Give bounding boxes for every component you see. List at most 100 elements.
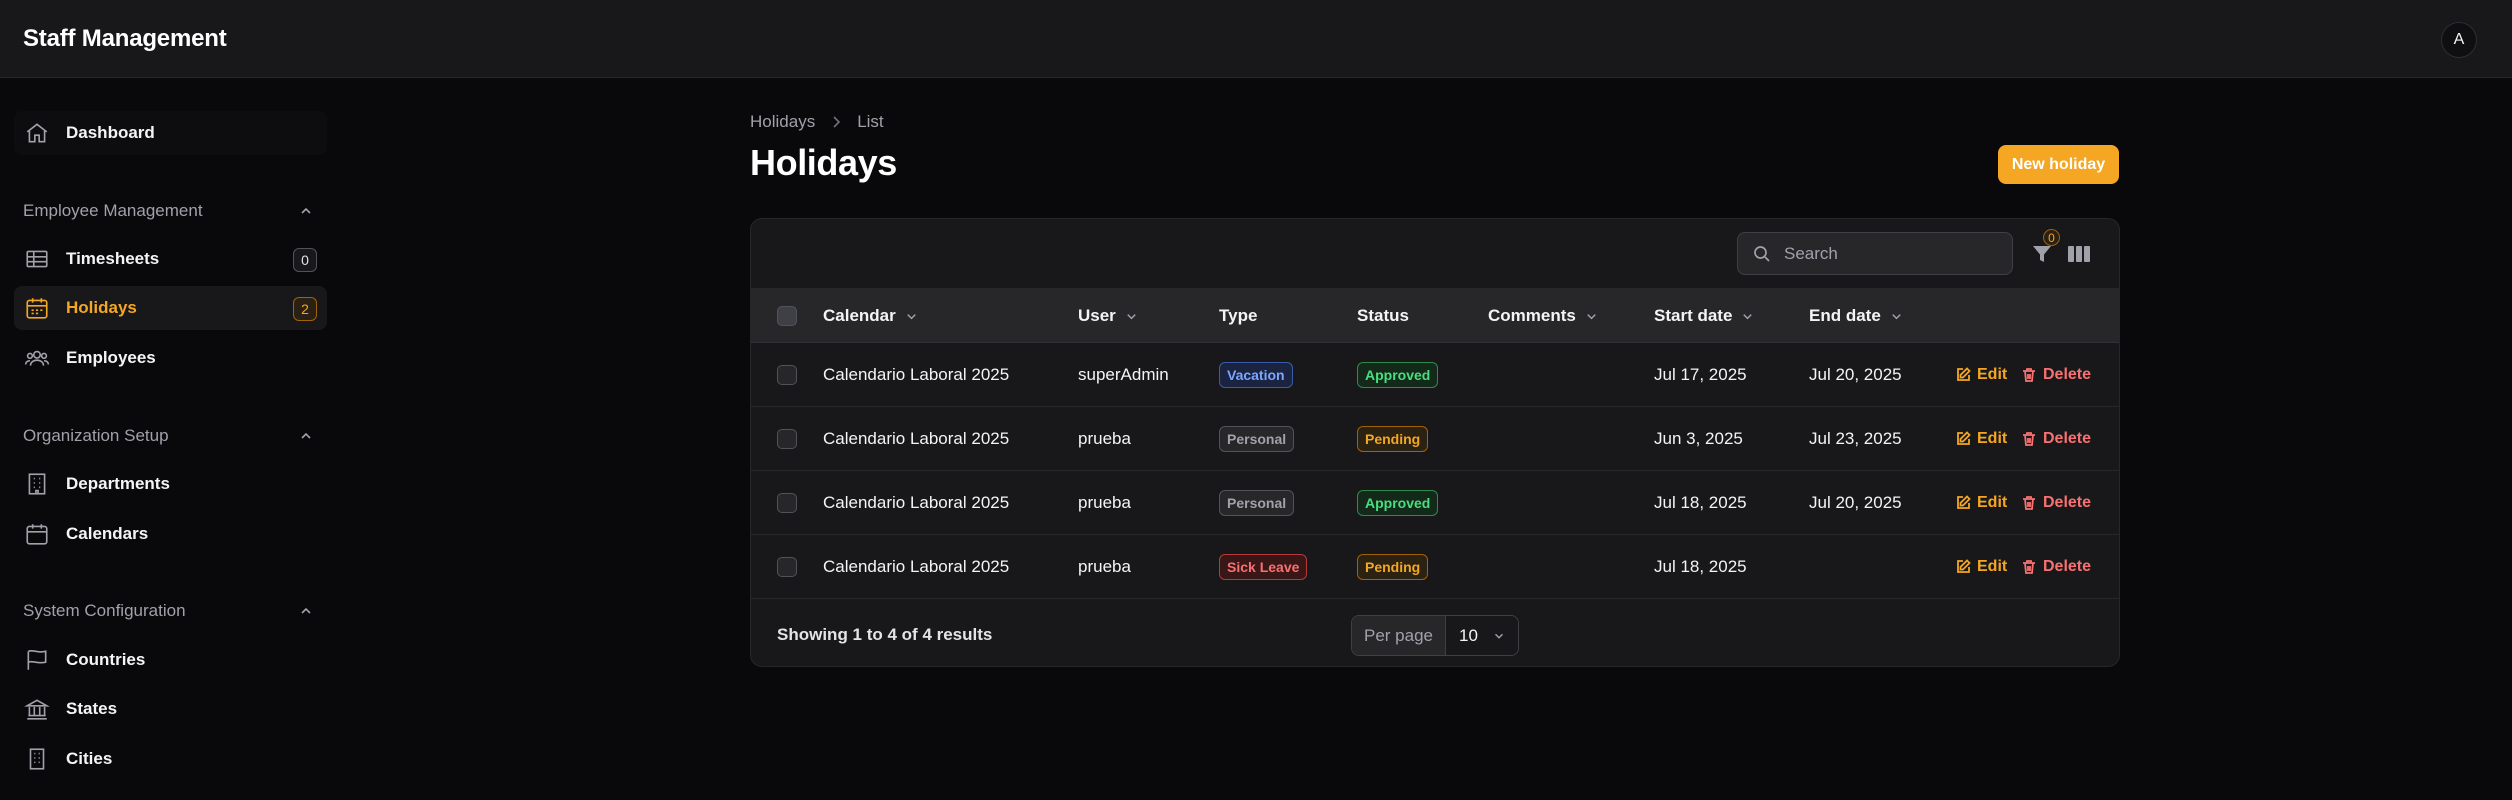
sidebar-item-label: Countries	[66, 650, 146, 669]
office-building-icon	[29, 748, 45, 770]
cell-user: superAdmin	[1078, 365, 1169, 384]
cell-type: Personal	[1219, 471, 1295, 535]
cell-start-date: Jul 17, 2025	[1654, 365, 1747, 384]
cell-calendar: Calendario Laboral 2025	[823, 493, 1010, 512]
column-header-end-date[interactable]: End date	[1809, 289, 1904, 343]
chevron-down-icon	[1494, 633, 1503, 639]
flag-icon	[27, 649, 47, 670]
delete-button[interactable]: Delete	[2021, 343, 2091, 407]
cell-end-date: Jul 20, 2025	[1809, 365, 1902, 384]
delete-button[interactable]: Delete	[2021, 471, 2091, 535]
delete-label: Delete	[2043, 366, 2092, 383]
chevron-down-icon	[906, 313, 916, 319]
count-badge: 2	[293, 297, 317, 321]
column-header-type: Type	[1219, 289, 1257, 343]
per-page-select[interactable]: Per page 10	[1351, 615, 1519, 656]
column-header-user[interactable]: User	[1078, 289, 1139, 343]
sidebar-item-cities[interactable]: Cities	[14, 737, 327, 781]
breadcrumb-current: List	[857, 112, 884, 131]
new-holiday-button[interactable]: New holiday	[1998, 145, 2119, 184]
type-badge: Personal	[1219, 426, 1295, 452]
column-header-start-date[interactable]: Start date	[1654, 289, 1755, 343]
cell-user: prueba	[1078, 493, 1131, 512]
cell-user: prueba	[1078, 429, 1131, 448]
edit-button[interactable]: Edit	[1955, 407, 2007, 471]
cell-end-date: Jul 23, 2025	[1809, 429, 1902, 448]
sidebar-item-label: Dashboard	[66, 123, 155, 142]
column-header-comments[interactable]: Comments	[1488, 289, 1599, 343]
columns-icon[interactable]	[2067, 243, 2091, 265]
per-page-label: Per page	[1352, 616, 1446, 655]
sidebar-item-label: Employees	[66, 348, 156, 367]
per-page-value[interactable]: 10	[1446, 616, 1518, 655]
delete-label: Delete	[2043, 430, 2092, 447]
avatar[interactable]: A	[2441, 22, 2477, 58]
chevron-down-icon	[1743, 313, 1753, 319]
edit-button[interactable]: Edit	[1955, 471, 2007, 535]
edit-button[interactable]: Edit	[1955, 343, 2007, 407]
select-all-checkbox[interactable]	[777, 306, 797, 326]
row-checkbox[interactable]	[777, 557, 797, 577]
group-label-employee-management: Employee Management	[23, 201, 203, 220]
column-header-calendar[interactable]: Calendar	[823, 289, 919, 343]
column-header-label: Calendar	[823, 306, 896, 325]
cell-type: Sick Leave	[1219, 535, 1308, 599]
calendar-days-icon	[26, 298, 48, 319]
delete-button[interactable]: Delete	[2021, 535, 2091, 599]
table-row: Calendario Laboral 2025 prueba Personal …	[751, 471, 2119, 535]
sidebar-item-dashboard[interactable]: Dashboard	[14, 111, 327, 155]
calendar-icon	[26, 524, 48, 545]
cell-status: Approved	[1357, 471, 1439, 535]
sidebar-item-timesheets[interactable]: Timesheets 0	[14, 237, 327, 281]
row-checkbox[interactable]	[777, 365, 797, 385]
search-icon	[1754, 245, 1770, 262]
cell-type: Vacation	[1219, 343, 1293, 407]
delete-button[interactable]: Delete	[2021, 407, 2091, 471]
status-badge: Pending	[1357, 426, 1429, 452]
row-checkbox[interactable]	[777, 429, 797, 449]
sidebar-item-employees[interactable]: Employees	[14, 336, 327, 380]
search-input[interactable]	[1784, 243, 1984, 264]
users-icon	[24, 350, 50, 366]
chevron-right-icon	[833, 116, 841, 128]
type-badge: Sick Leave	[1219, 554, 1308, 580]
sidebar-item-departments[interactable]: Departments	[14, 462, 327, 506]
edit-icon	[1957, 431, 1971, 445]
chevron-up-icon[interactable]	[298, 428, 314, 444]
table-footer: Showing 1 to 4 of 4 results Per page 10	[751, 603, 2119, 666]
filter-icon[interactable]	[2031, 243, 2053, 265]
group-label-system-configuration: System Configuration	[23, 601, 186, 620]
sidebar-item-label: Calendars	[66, 524, 149, 543]
status-badge: Approved	[1357, 490, 1439, 516]
cell-status: Pending	[1357, 535, 1429, 599]
column-header-label: Start date	[1654, 306, 1733, 325]
breadcrumb-parent[interactable]: Holidays	[750, 112, 815, 132]
column-header-status: Status	[1357, 289, 1409, 343]
pagination-summary: Showing 1 to 4 of 4 results	[777, 625, 993, 644]
sidebar-item-calendars[interactable]: Calendars	[14, 512, 327, 556]
sidebar-item-holidays[interactable]: Holidays 2	[14, 286, 327, 330]
type-badge: Personal	[1219, 490, 1295, 516]
app-title: Staff Management	[23, 25, 227, 52]
trash-icon	[2023, 496, 2035, 510]
search-box[interactable]	[1737, 232, 2013, 275]
top-bar: Staff Management A	[0, 0, 2512, 78]
chevron-up-icon[interactable]	[298, 603, 314, 619]
trash-icon	[2023, 432, 2035, 446]
table-row: Calendario Laboral 2025 prueba Sick Leav…	[751, 535, 2119, 599]
sidebar: Dashboard Employee Management Timesheets…	[0, 78, 330, 800]
row-checkbox[interactable]	[777, 493, 797, 513]
home-icon	[26, 123, 48, 143]
sidebar-item-countries[interactable]: Countries	[14, 638, 327, 682]
cell-calendar: Calendario Laboral 2025	[823, 429, 1010, 448]
edit-button[interactable]: Edit	[1955, 535, 2007, 599]
sidebar-item-label: Departments	[66, 474, 170, 493]
sidebar-item-states[interactable]: States	[14, 687, 327, 731]
chevron-down-icon	[1127, 313, 1136, 319]
edit-icon	[1957, 559, 1971, 573]
chevron-up-icon[interactable]	[298, 203, 314, 219]
table-icon	[26, 250, 48, 268]
filter-count-badge: 0	[2043, 229, 2060, 246]
trash-icon	[2023, 368, 2035, 382]
column-header-label: End date	[1809, 306, 1881, 325]
